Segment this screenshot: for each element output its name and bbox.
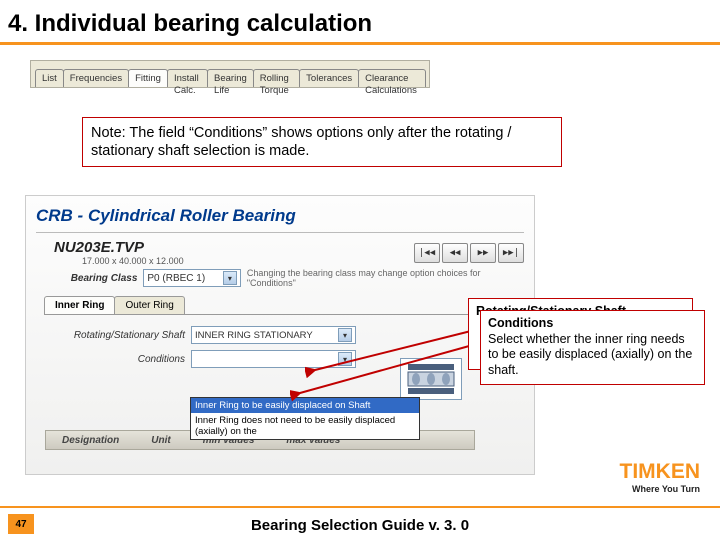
nav-prev-button[interactable]: ◀◀ — [442, 243, 468, 263]
col-unit: Unit — [135, 435, 186, 446]
slide-title: 4. Individual bearing calculation — [0, 0, 720, 42]
nav-first-button[interactable]: |◀◀ — [414, 243, 440, 263]
brand-tagline: Where You Turn — [620, 484, 701, 494]
top-tab[interactable]: Install Calc. — [167, 69, 208, 87]
tab-outer-ring[interactable]: Outer Ring — [114, 296, 184, 314]
footer-rule — [0, 506, 720, 508]
top-tab[interactable]: Rolling Torque — [253, 69, 300, 87]
callout-body: Select whether the inner ring needs to b… — [488, 332, 697, 379]
rotating-stationary-label: Rotating/Stationary Shaft — [46, 330, 191, 341]
tab-inner-ring[interactable]: Inner Ring — [44, 296, 115, 314]
callout-heading: Conditions — [488, 316, 697, 332]
brand-logo: TIMKEN Where You Turn — [620, 460, 701, 494]
bearing-class-info: Changing the bearing class may change op… — [241, 268, 524, 288]
top-tab[interactable]: Tolerances — [299, 69, 359, 87]
top-tab[interactable]: List — [35, 69, 64, 87]
col-designation: Designation — [46, 435, 135, 446]
app-heading: CRB - Cylindrical Roller Bearing — [26, 196, 534, 230]
chevron-down-icon: ▾ — [223, 271, 237, 285]
bearing-designation: NU203E.TVP — [54, 239, 184, 256]
brand-name: TIMKEN — [620, 460, 701, 484]
bearing-class-value: P0 (RBEC 1) — [147, 273, 205, 284]
top-tab[interactable]: Frequencies — [63, 69, 129, 87]
nav-next-button[interactable]: ▶▶ — [470, 243, 496, 263]
bearing-dimensions: 17.000 x 40.000 x 12.000 — [54, 256, 184, 266]
callout-arrow — [290, 335, 490, 405]
bearing-class-combo[interactable]: P0 (RBEC 1) ▾ — [143, 269, 240, 287]
top-tab-bar: List Frequencies Fitting Install Calc. B… — [30, 60, 430, 88]
footer-title: Bearing Selection Guide v. 3. 0 — [0, 517, 720, 534]
bearing-class-label: Bearing Class — [46, 273, 143, 284]
top-tab[interactable]: Clearance Calculations — [358, 69, 426, 87]
ring-tabs: Inner Ring Outer Ring — [44, 296, 524, 315]
nav-last-button[interactable]: ▶▶| — [498, 243, 524, 263]
note-box: Note: The field “Conditions” shows optio… — [82, 117, 562, 167]
top-tab-active[interactable]: Fitting — [128, 69, 168, 87]
callout-conditions: Conditions Select whether the inner ring… — [480, 310, 705, 385]
title-rule — [0, 42, 720, 45]
dropdown-option[interactable]: Inner Ring does not need to be easily di… — [191, 413, 419, 439]
record-nav: |◀◀ ◀◀ ▶▶ ▶▶| — [414, 243, 524, 263]
conditions-label: Conditions — [46, 354, 191, 365]
top-tab[interactable]: Bearing Life — [207, 69, 254, 87]
